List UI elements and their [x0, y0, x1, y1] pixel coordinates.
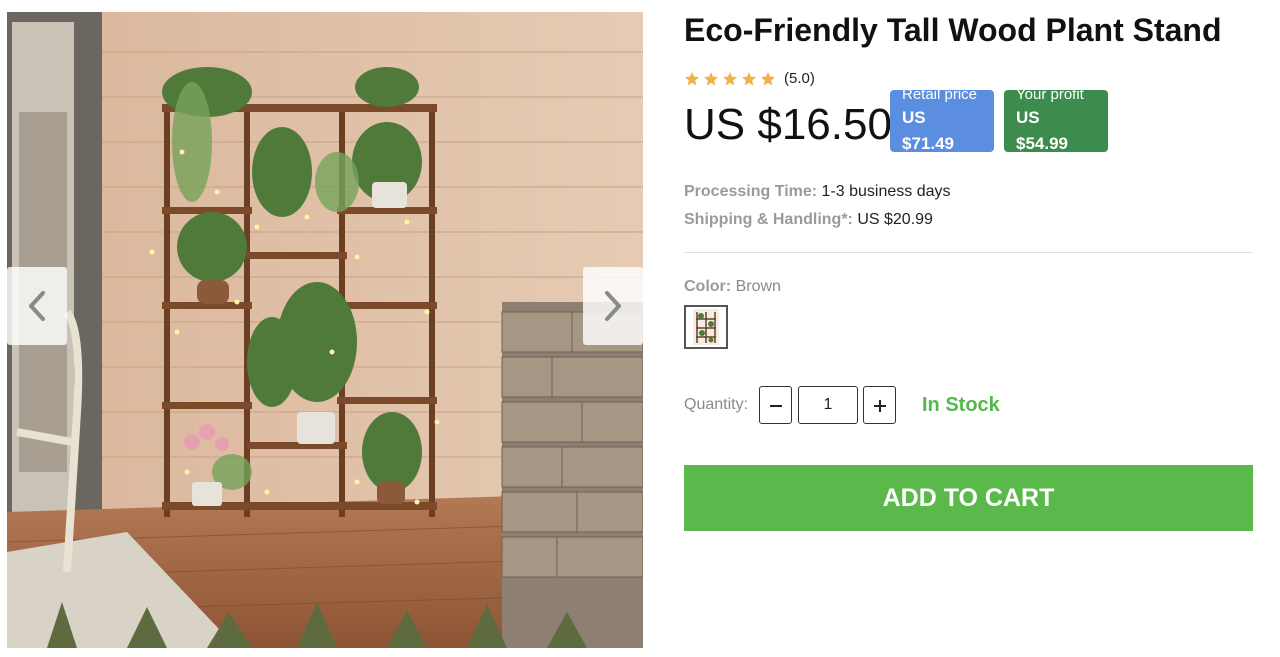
chevron-right-icon: [605, 291, 621, 321]
color-swatch-brown[interactable]: [684, 305, 728, 349]
quantity-increase-button[interactable]: [863, 386, 896, 424]
next-image-button[interactable]: [583, 267, 643, 345]
shipping-value: US $20.99: [857, 211, 933, 228]
processing-time: Processing Time: 1-3 business days: [684, 183, 951, 201]
rating-value: (5.0): [784, 70, 815, 87]
shipping-handling: Shipping & Handling*: US $20.99: [684, 211, 933, 229]
retail-price-value: US $71.49: [902, 108, 954, 153]
plus-icon: [873, 400, 886, 412]
profit-value: US $54.99: [1016, 108, 1068, 153]
quantity-decrease-button[interactable]: [759, 386, 792, 424]
retail-price-label: Retail price: [902, 86, 978, 103]
star-icon: [742, 71, 756, 86]
star-icon: [761, 71, 775, 86]
stock-status: In Stock: [922, 394, 1000, 416]
chevron-left-icon: [29, 291, 45, 321]
star-icon: [704, 71, 718, 86]
color-value: Brown: [735, 278, 781, 295]
previous-image-button[interactable]: [7, 267, 67, 345]
star-icon: [685, 71, 699, 86]
shipping-label: Shipping & Handling*:: [684, 211, 853, 228]
product-page: Eco-Friendly Tall Wood Plant Stand (5.0)…: [0, 0, 1280, 657]
minus-icon: [769, 405, 782, 407]
rating-stars: [684, 71, 776, 87]
profit-badge: Your profit US $54.99: [1004, 86, 1108, 153]
add-to-cart-button[interactable]: ADD TO CART: [684, 465, 1253, 531]
processing-time-label: Processing Time:: [684, 183, 818, 200]
product-rating: (5.0): [684, 70, 815, 87]
product-title: Eco-Friendly Tall Wood Plant Stand: [684, 12, 1222, 48]
quantity-input[interactable]: [798, 386, 858, 424]
product-image-gallery: [7, 12, 643, 648]
processing-time-value: 1-3 business days: [821, 183, 951, 200]
profit-label: Your profit: [1016, 86, 1084, 103]
color-option: Color: Brown: [684, 278, 781, 296]
product-price: US $16.50: [684, 100, 892, 149]
swatch-thumbnail: [693, 309, 719, 345]
divider: [684, 252, 1253, 253]
star-icon: [723, 71, 737, 86]
product-photo: [7, 12, 643, 648]
color-label: Color:: [684, 278, 732, 295]
retail-price-badge: Retail price US $71.49: [890, 86, 994, 153]
quantity-label: Quantity:: [684, 396, 749, 413]
